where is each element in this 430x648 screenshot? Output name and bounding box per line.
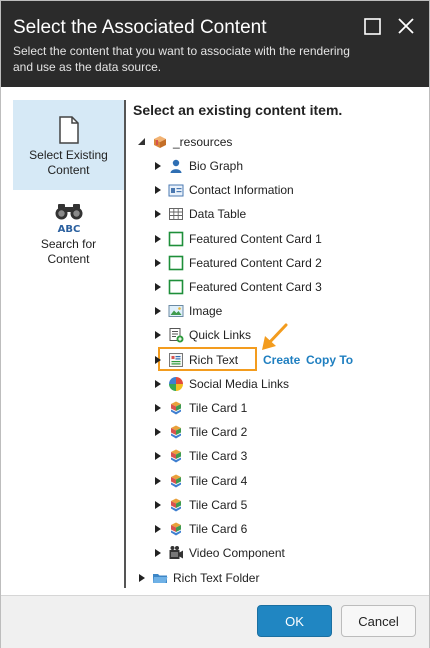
expand-icon[interactable] xyxy=(153,379,163,389)
expand-icon[interactable] xyxy=(153,524,163,534)
content-heading: Select an existing content item. xyxy=(133,102,343,118)
tree-item-label[interactable]: _resources xyxy=(173,132,232,152)
table-icon xyxy=(169,208,183,220)
tree-item-label[interactable]: Featured Content Card 1 xyxy=(189,229,322,249)
expand-icon[interactable] xyxy=(153,234,163,244)
expand-icon[interactable] xyxy=(153,306,163,316)
tree-row: Tile Card 4 xyxy=(153,471,423,491)
cancel-button[interactable]: Cancel xyxy=(341,605,416,637)
green-square-icon xyxy=(168,255,184,271)
tree-row-rich-text-folder: Rich Text Folder xyxy=(137,568,417,588)
expand-icon[interactable] xyxy=(153,403,163,413)
tree-row: Tile Card 1 xyxy=(153,398,423,418)
expand-icon[interactable] xyxy=(153,355,163,365)
tree-item-label[interactable]: Video Component xyxy=(189,543,285,563)
close-icon[interactable] xyxy=(395,15,417,37)
image-icon xyxy=(168,305,184,317)
tree-row: Tile Card 2 xyxy=(153,422,423,442)
tree-item-label[interactable]: Rich Text xyxy=(189,350,238,370)
tree-row: Featured Content Card 3 xyxy=(153,277,423,297)
dialog-footer: OK Cancel xyxy=(1,595,429,648)
tree-item-label[interactable]: Contact Information xyxy=(189,180,294,200)
expand-icon[interactable] xyxy=(153,185,163,195)
tiles-icon xyxy=(171,474,181,488)
tree-row: Video Component xyxy=(153,543,423,563)
tiles-icon xyxy=(171,522,181,536)
dialog-title: Select the Associated Content xyxy=(13,17,267,38)
tree-item-label[interactable]: Tile Card 5 xyxy=(189,495,247,515)
tree-row: Tile Card 5 xyxy=(153,495,423,515)
film-icon xyxy=(169,546,183,559)
expand-icon[interactable] xyxy=(153,500,163,510)
maximize-icon[interactable] xyxy=(362,15,384,37)
binoculars-abc-icon: ABC xyxy=(55,204,82,234)
tree-item-label[interactable]: Data Table xyxy=(189,204,246,224)
tree-item-label[interactable]: Social Media Links xyxy=(189,374,289,394)
sidebar-item-label: Select Existing Content xyxy=(29,148,108,177)
arrow-pointer-icon xyxy=(262,323,288,350)
green-square-icon xyxy=(168,231,184,247)
tiles-icon xyxy=(171,401,181,415)
tree-row: Contact Information xyxy=(153,180,423,200)
tiles-icon xyxy=(171,425,181,439)
expand-icon[interactable] xyxy=(153,282,163,292)
abc-icon-text: ABC xyxy=(57,224,80,234)
tree-item-label[interactable]: Tile Card 6 xyxy=(189,519,247,539)
dialog-title-bar: Select the Associated Content Select the… xyxy=(1,1,429,87)
collapse-icon[interactable] xyxy=(137,137,147,147)
tree-row: Featured Content Card 1 xyxy=(153,229,423,249)
tree-row: Tile Card 6 xyxy=(153,519,423,539)
tree-item-label[interactable]: Image xyxy=(189,301,222,321)
expand-icon[interactable] xyxy=(153,451,163,461)
tree-row: Tile Card 3 xyxy=(153,446,423,466)
tree-row: Bio Graph xyxy=(153,156,423,176)
color-wheel-icon xyxy=(169,377,183,391)
sidebar-item-label: Search for Content xyxy=(40,237,97,266)
tree-item-label[interactable]: Tile Card 3 xyxy=(189,446,247,466)
tree-row: Social Media Links xyxy=(153,374,423,394)
expand-icon[interactable] xyxy=(137,573,147,583)
expand-icon[interactable] xyxy=(153,476,163,486)
contact-card-icon xyxy=(168,184,184,197)
tree-item-label[interactable]: Featured Content Card 2 xyxy=(189,253,322,273)
folder-icon xyxy=(153,574,168,583)
rich-text-icon xyxy=(169,353,183,367)
tree-item-label[interactable]: Tile Card 1 xyxy=(189,398,247,418)
expand-icon[interactable] xyxy=(153,427,163,437)
tree-item-label[interactable]: Tile Card 4 xyxy=(189,471,247,491)
tiles-icon xyxy=(171,449,181,463)
sidebar-item-select-existing[interactable]: Select Existing Content xyxy=(13,100,124,190)
content-pane: Select an existing content item. _resour… xyxy=(133,100,423,588)
tree-item-label[interactable]: Featured Content Card 3 xyxy=(189,277,322,297)
ok-button[interactable]: OK xyxy=(257,605,332,637)
tree-row: Featured Content Card 2 xyxy=(153,253,423,273)
expand-icon[interactable] xyxy=(153,548,163,558)
document-icon xyxy=(58,116,79,144)
associated-content-dialog: Select the Associated Content Select the… xyxy=(0,0,430,648)
tree-item-label[interactable]: Bio Graph xyxy=(189,156,243,176)
sidebar-item-search[interactable]: ABC Search for Content xyxy=(13,200,124,290)
quick-links-icon xyxy=(169,328,184,343)
tree-item-label[interactable]: Tile Card 2 xyxy=(189,422,247,442)
copy-to-link[interactable]: Copy To xyxy=(306,350,353,370)
expand-icon[interactable] xyxy=(153,330,163,340)
tree-row: Data Table xyxy=(153,204,423,224)
dialog-subtitle: Select the content that you want to asso… xyxy=(13,44,350,74)
pane-divider xyxy=(124,100,126,588)
box-icon xyxy=(154,136,166,148)
tree-item-label[interactable]: Quick Links xyxy=(189,325,251,345)
green-square-icon xyxy=(168,279,184,295)
content-source-sidebar: Select Existing Content ABC Search for C… xyxy=(13,100,124,588)
tree-row-resources: _resources xyxy=(137,132,417,152)
person-icon xyxy=(170,159,182,173)
tree-row: Image xyxy=(153,301,423,321)
expand-icon[interactable] xyxy=(153,258,163,268)
tree-item-label[interactable]: Rich Text Folder xyxy=(173,568,259,588)
tiles-icon xyxy=(171,498,181,512)
expand-icon[interactable] xyxy=(153,209,163,219)
expand-icon[interactable] xyxy=(153,161,163,171)
